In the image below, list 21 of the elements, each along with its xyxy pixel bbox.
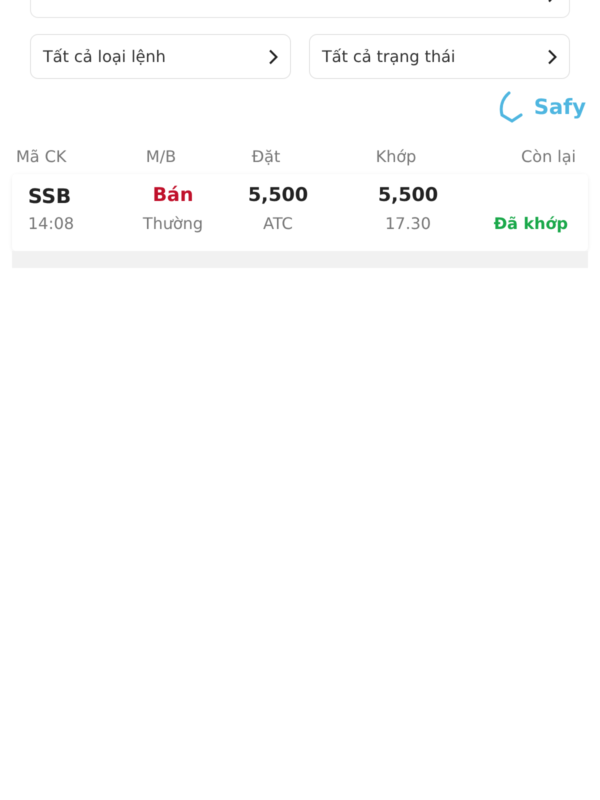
stock-symbol: SSB (28, 184, 72, 208)
order-price: 5,500 (246, 184, 310, 208)
column-header: M/B (144, 146, 178, 166)
order-type: Thường (142, 214, 204, 233)
filter-dropdown[interactable]: Tất cả loại lệnh (30, 34, 291, 79)
matched-time: 17.30 (384, 214, 432, 233)
chevron-right-icon (268, 48, 278, 64)
matched-price: 5,500 (376, 184, 440, 208)
filter-dropdown[interactable]: Tất cả trạng thái (309, 34, 570, 79)
column-header: Khớp (374, 146, 418, 166)
column-header: Mã CK (16, 146, 68, 166)
order-session: ATC (262, 214, 294, 233)
order-status: Đã khớp (492, 214, 568, 233)
chevron-right-icon (547, 48, 557, 64)
order-side: Bán (152, 184, 194, 208)
column-header: Còn lại (520, 146, 576, 166)
brand-name: Safy (534, 95, 586, 119)
order-card[interactable]: SSB Bán 5,500 5,500 14:08 Thường ATC 17.30 Đã khớp (12, 174, 588, 251)
order-time: 14:08 (28, 214, 76, 233)
logo-icon (498, 91, 524, 123)
column-header: Đặt (250, 146, 282, 166)
